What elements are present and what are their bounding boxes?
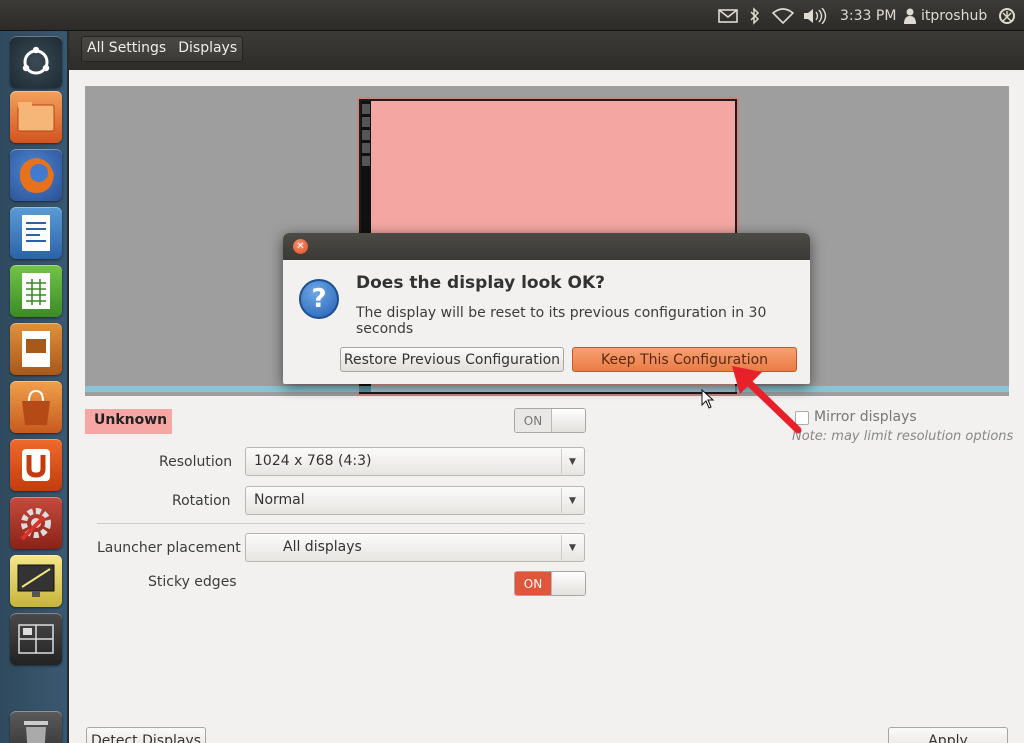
- mouse-cursor-icon: [701, 388, 715, 413]
- resolution-dropdown[interactable]: 1024 x 768 (4:3) ▼: [245, 447, 585, 476]
- user-icon[interactable]: [904, 6, 916, 26]
- ubuntu-dash-icon[interactable]: [10, 36, 62, 88]
- writer-icon[interactable]: [10, 207, 62, 259]
- section-divider: [97, 523, 585, 524]
- sticky-edges-state: ON: [515, 572, 551, 595]
- launcher: [0, 31, 68, 743]
- arrangement-divider: [85, 386, 1009, 392]
- impress-icon[interactable]: [10, 323, 62, 375]
- clock[interactable]: 3:33 PM: [840, 6, 896, 26]
- launcher-placement-dropdown[interactable]: All displays ▼: [245, 533, 585, 562]
- switch-knob: [551, 572, 585, 595]
- rotation-dropdown[interactable]: Normal ▼: [245, 486, 585, 515]
- display-settings-icon[interactable]: [10, 555, 62, 607]
- resolution-label: Resolution: [159, 454, 233, 470]
- volume-icon[interactable]: [803, 6, 827, 26]
- bluetooth-icon[interactable]: [750, 6, 760, 26]
- switch-knob: [551, 409, 585, 432]
- trash-icon[interactable]: [10, 711, 62, 743]
- dialog-title: Does the display look OK?: [356, 273, 605, 293]
- launcher-placement-label: Launcher placement: [97, 540, 241, 556]
- dialog-titlebar: ✕: [283, 233, 810, 260]
- close-icon[interactable]: ✕: [293, 239, 308, 254]
- window-toolbar: All Settings Displays: [69, 31, 1024, 70]
- rotation-value: Normal: [254, 492, 305, 508]
- monitor-power-switch[interactable]: ON: [514, 408, 586, 433]
- software-center-icon[interactable]: [10, 381, 62, 433]
- annotation-arrow-icon: [728, 360, 804, 440]
- files-icon[interactable]: [10, 91, 62, 143]
- mirror-displays-label: Mirror displays: [814, 409, 917, 425]
- breadcrumb-displays[interactable]: Displays: [172, 36, 243, 62]
- settings-window: All Settings Displays Unknown ON Mirror …: [69, 31, 1024, 743]
- power-icon[interactable]: [998, 6, 1016, 26]
- resolution-value: 1024 x 768 (4:3): [254, 453, 372, 469]
- monitor-power-state: ON: [515, 409, 551, 432]
- workspace-switcher-icon[interactable]: [10, 613, 62, 665]
- firefox-icon[interactable]: [10, 149, 62, 201]
- chevron-down-icon: ▼: [561, 535, 583, 560]
- rotation-label: Rotation: [172, 493, 231, 509]
- apply-button[interactable]: Apply: [888, 727, 1008, 743]
- sticky-edges-label: Sticky edges: [148, 574, 237, 590]
- detect-displays-button[interactable]: Detect Displays: [86, 727, 206, 743]
- system-settings-icon[interactable]: [10, 497, 62, 549]
- breadcrumb: All Settings Displays: [81, 36, 244, 62]
- top-panel: 3:33 PM itproshub: [0, 0, 1024, 31]
- question-icon: ?: [299, 279, 339, 319]
- mail-icon[interactable]: [718, 6, 738, 26]
- sticky-edges-switch[interactable]: ON: [514, 571, 586, 596]
- calc-icon[interactable]: [10, 265, 62, 317]
- chevron-down-icon: ▼: [561, 449, 583, 474]
- dialog-message: The display will be reset to its previou…: [356, 305, 767, 337]
- breadcrumb-all-settings[interactable]: All Settings: [81, 36, 172, 62]
- launcher-placement-value: All displays: [283, 539, 362, 555]
- restore-previous-configuration-button[interactable]: Restore Previous Configuration: [340, 347, 564, 372]
- wifi-icon[interactable]: [772, 6, 794, 26]
- mirror-note: Note: may limit resolution options: [792, 429, 1014, 444]
- user-name[interactable]: itproshub: [921, 6, 987, 26]
- chevron-down-icon: ▼: [561, 488, 583, 513]
- monitor-name-label: Unknown: [85, 409, 172, 434]
- ubuntu-one-icon[interactable]: [10, 439, 62, 491]
